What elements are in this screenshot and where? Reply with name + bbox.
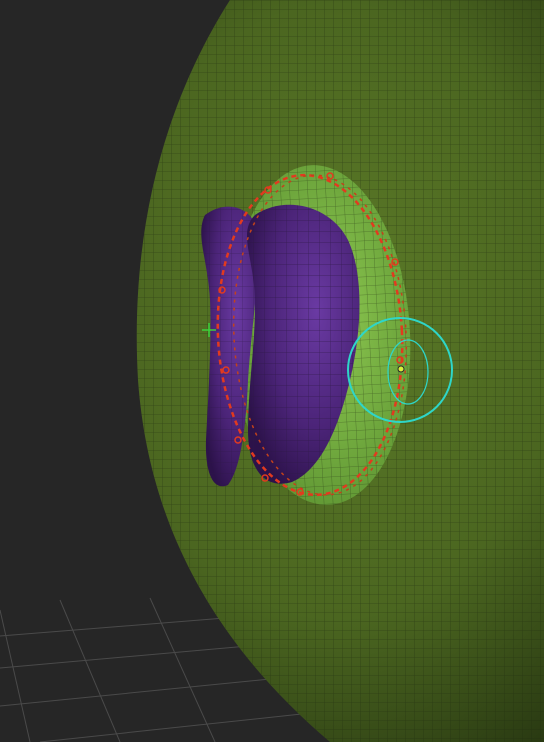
3d-viewport[interactable] (0, 0, 544, 742)
